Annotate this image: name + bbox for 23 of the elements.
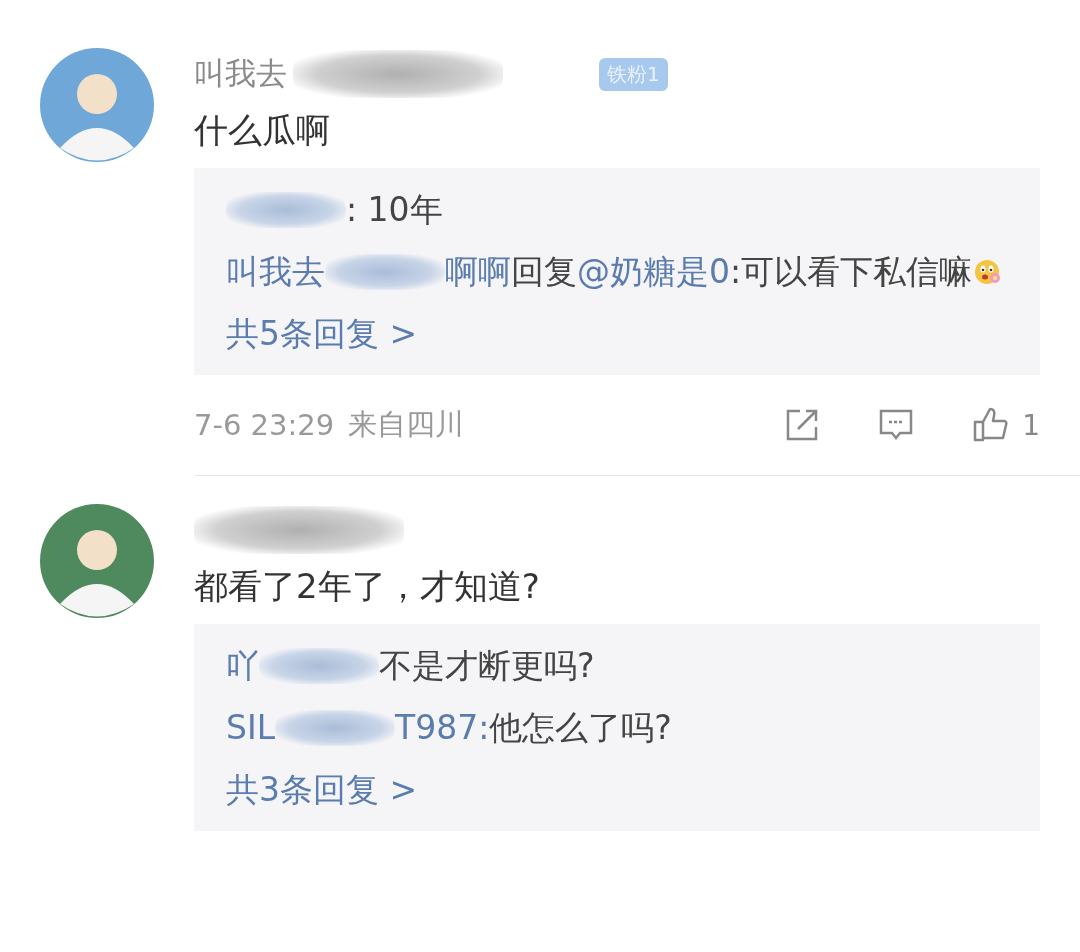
user-name[interactable]: 吖 [226, 644, 259, 688]
reply-text: 回复 [511, 251, 577, 293]
more-replies-link[interactable]: 共3条回复 > [226, 768, 1008, 813]
mention-link[interactable]: @奶糖是0 [577, 250, 730, 294]
avatar[interactable] [40, 504, 154, 618]
comment-text: 都看了2年了，才知道? [194, 565, 541, 608]
comment-text: 什么瓜啊 [194, 109, 331, 152]
post-time: 7-6 23:29 [194, 408, 335, 442]
more-replies-link[interactable]: 共5条回复 > [226, 312, 1008, 357]
reply-text: 他怎么了吗? [489, 707, 672, 749]
user-name[interactable]: 啊啊 [445, 250, 511, 294]
user-name[interactable]: SIL [226, 706, 276, 750]
like-button[interactable]: 1 [972, 406, 1040, 444]
user-name[interactable]: 叫我去 [194, 53, 287, 95]
reply-text: 不是才断更吗? [379, 645, 595, 687]
avatar[interactable] [40, 48, 154, 162]
post-location: 来自四川 [348, 406, 465, 443]
user-name[interactable]: T987: [395, 706, 490, 750]
thumbs-up-icon[interactable] [972, 406, 1011, 444]
user-name[interactable]: 叫我去 [226, 250, 325, 294]
reply-text: :可以看下私信嘛 [730, 251, 973, 293]
fan-badge: 铁粉1 [599, 57, 668, 91]
reply-text: : 10年 [346, 189, 443, 231]
